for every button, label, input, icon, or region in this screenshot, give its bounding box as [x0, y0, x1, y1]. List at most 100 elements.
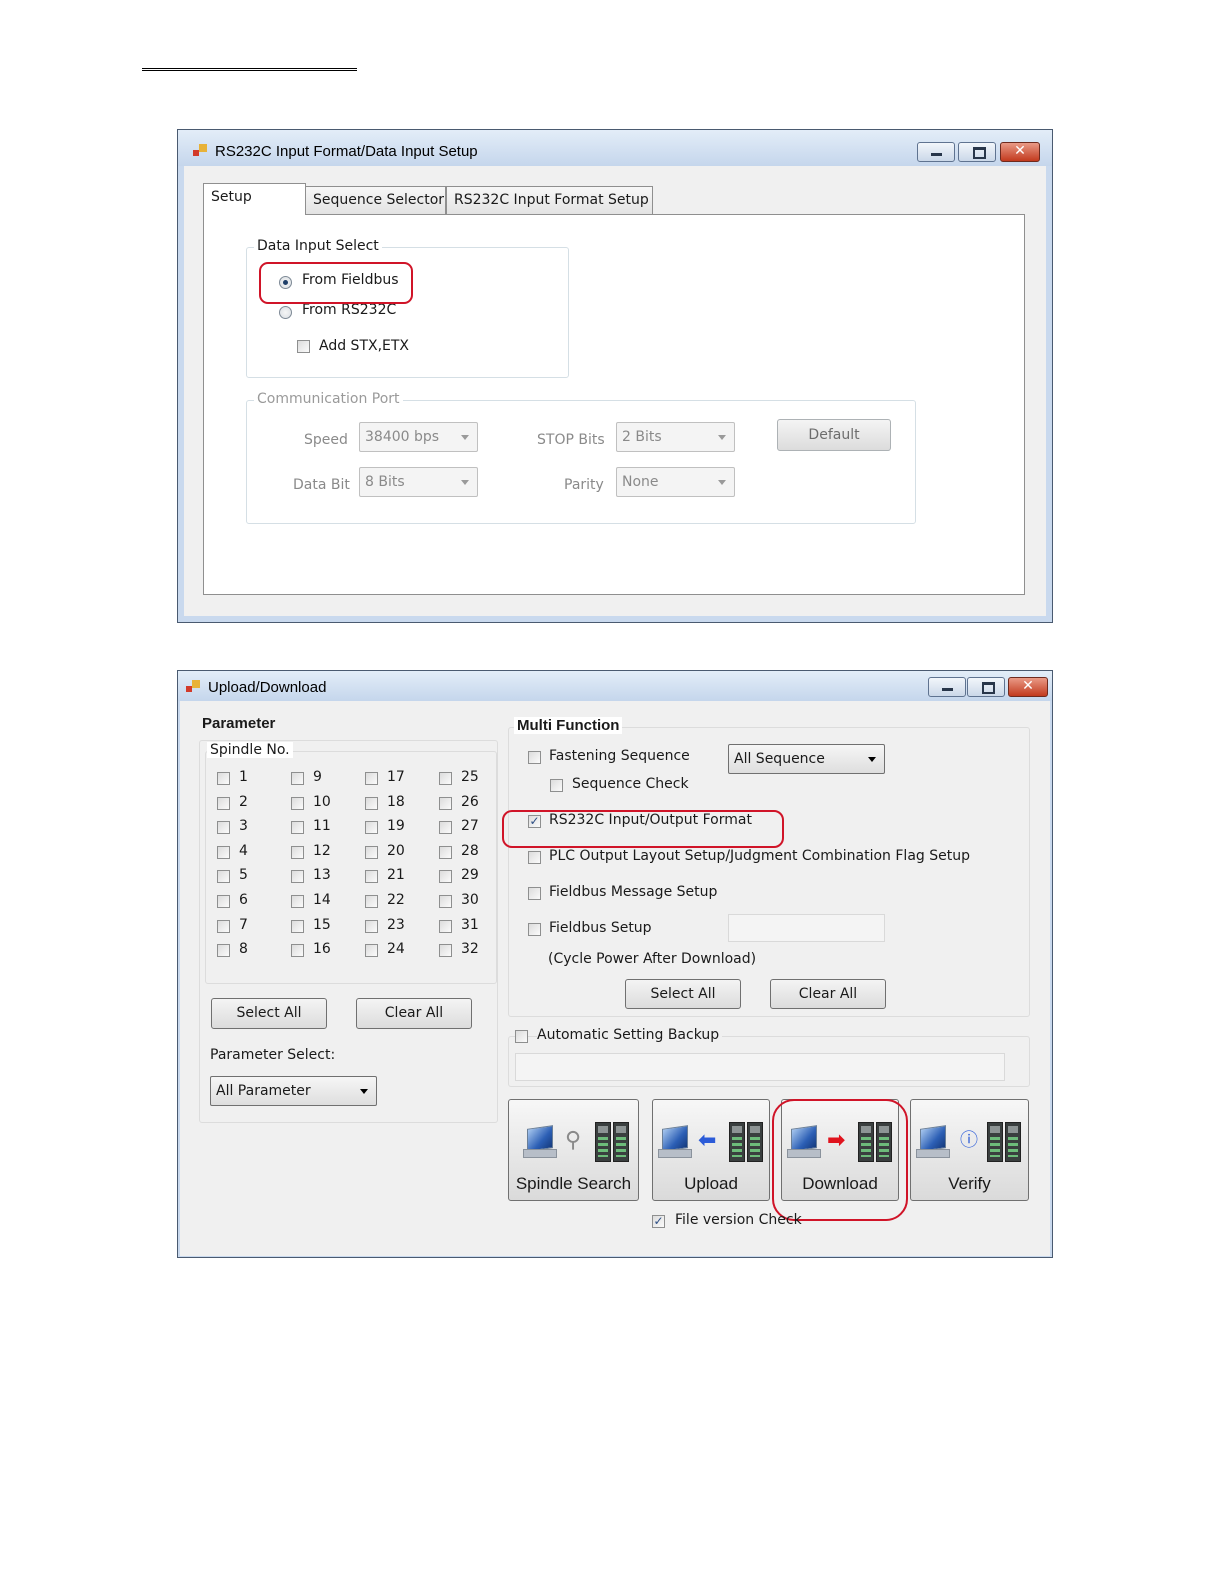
fastening-sequence-label[interactable]: Fastening Sequence [549, 748, 690, 764]
tab-rs232c-input-format-setup[interactable]: RS232C Input Format Setup [446, 186, 653, 214]
spindle-number-label[interactable]: 30 [461, 892, 479, 908]
spindle-checkbox[interactable] [217, 920, 230, 933]
sequence-select[interactable]: All Sequence [728, 744, 885, 774]
rs232c-format-label[interactable]: RS232C Input/Output Format [549, 812, 752, 828]
spindle-number-label[interactable]: 9 [313, 769, 322, 785]
from-rs232c-label[interactable]: From RS232C [302, 302, 396, 318]
spindle-number-label[interactable]: 16 [313, 941, 331, 957]
spindle-checkbox[interactable] [365, 920, 378, 933]
spindle-number-label[interactable]: 14 [313, 892, 331, 908]
add-stx-etx-label[interactable]: Add STX,ETX [319, 338, 409, 354]
parameter-clear-all-button[interactable]: Clear All [356, 998, 472, 1029]
minimize-button[interactable] [917, 142, 955, 162]
file-version-check-label[interactable]: File version Check [675, 1212, 802, 1228]
spindle-number-label[interactable]: 2 [239, 794, 248, 810]
spindle-checkbox[interactable] [291, 772, 304, 785]
spindle-number-label[interactable]: 11 [313, 818, 331, 834]
tab-sequence-selector[interactable]: Sequence Selector [305, 186, 446, 214]
spindle-checkbox[interactable] [439, 772, 452, 785]
fieldbus-setup-label[interactable]: Fieldbus Setup [549, 920, 652, 936]
spindle-number-label[interactable]: 25 [461, 769, 479, 785]
spindle-checkbox[interactable] [365, 944, 378, 957]
spindle-checkbox[interactable] [291, 920, 304, 933]
spindle-number-label[interactable]: 32 [461, 941, 479, 957]
spindle-checkbox[interactable] [439, 944, 452, 957]
spindle-number-label[interactable]: 6 [239, 892, 248, 908]
spindle-checkbox[interactable] [217, 821, 230, 834]
tab-setup[interactable]: Setup [203, 183, 306, 215]
spindle-checkbox[interactable] [365, 895, 378, 908]
spindle-number-label[interactable]: 3 [239, 818, 248, 834]
spindle-checkbox[interactable] [439, 797, 452, 810]
plc-output-checkbox[interactable] [528, 851, 541, 864]
spindle-checkbox[interactable] [217, 797, 230, 810]
from-fieldbus-radio[interactable] [279, 276, 292, 289]
automatic-backup-label[interactable]: Automatic Setting Backup [537, 1027, 723, 1043]
minimize-button[interactable] [928, 677, 966, 697]
spindle-checkbox[interactable] [217, 895, 230, 908]
rs232c-format-checkbox[interactable]: ✓ [528, 815, 541, 828]
spindle-number-label[interactable]: 4 [239, 843, 248, 859]
spindle-number-label[interactable]: 1 [239, 769, 248, 785]
spindle-number-label[interactable]: 29 [461, 867, 479, 883]
spindle-number-label[interactable]: 28 [461, 843, 479, 859]
sequence-check-checkbox[interactable] [550, 779, 563, 792]
maximize-button[interactable] [958, 142, 996, 162]
spindle-number-label[interactable]: 10 [313, 794, 331, 810]
close-button[interactable]: ✕ [1008, 677, 1048, 697]
spindle-checkbox[interactable] [439, 870, 452, 883]
spindle-checkbox[interactable] [291, 846, 304, 859]
spindle-checkbox[interactable] [365, 846, 378, 859]
spindle-number-label[interactable]: 26 [461, 794, 479, 810]
spindle-checkbox[interactable] [365, 821, 378, 834]
spindle-checkbox[interactable] [217, 944, 230, 957]
spindle-number-label[interactable]: 15 [313, 917, 331, 933]
fieldbus-message-label[interactable]: Fieldbus Message Setup [549, 884, 717, 900]
spindle-number-label[interactable]: 13 [313, 867, 331, 883]
spindle-number-label[interactable]: 5 [239, 867, 248, 883]
spindle-checkbox[interactable] [439, 920, 452, 933]
plc-output-label[interactable]: PLC Output Layout Setup/Judgment Combina… [549, 848, 970, 864]
spindle-checkbox[interactable] [217, 846, 230, 859]
verify-button[interactable]: ⓘ Verify [910, 1099, 1029, 1201]
maximize-button[interactable] [967, 677, 1005, 697]
spindle-checkbox[interactable] [365, 870, 378, 883]
parameter-select-all-button[interactable]: Select All [211, 998, 327, 1029]
fieldbus-message-checkbox[interactable] [528, 887, 541, 900]
spindle-number-label[interactable]: 21 [387, 867, 405, 883]
upload-button[interactable]: ⬅ Upload [652, 1099, 770, 1201]
spindle-number-label[interactable]: 17 [387, 769, 405, 785]
spindle-checkbox[interactable] [291, 797, 304, 810]
spindle-search-button[interactable]: ⚲ Spindle Search [508, 1099, 639, 1201]
download-button[interactable]: ➡ Download [781, 1099, 899, 1201]
file-version-check-checkbox[interactable]: ✓ [652, 1215, 665, 1228]
spindle-checkbox[interactable] [291, 944, 304, 957]
spindle-number-label[interactable]: 22 [387, 892, 405, 908]
spindle-checkbox[interactable] [439, 821, 452, 834]
spindle-number-label[interactable]: 12 [313, 843, 331, 859]
automatic-backup-checkbox[interactable] [515, 1030, 528, 1043]
spindle-checkbox[interactable] [291, 870, 304, 883]
spindle-checkbox[interactable] [217, 772, 230, 785]
spindle-checkbox[interactable] [439, 846, 452, 859]
spindle-checkbox[interactable] [291, 821, 304, 834]
fieldbus-setup-checkbox[interactable] [528, 923, 541, 936]
add-stx-etx-checkbox[interactable] [297, 340, 310, 353]
spindle-number-label[interactable]: 23 [387, 917, 405, 933]
spindle-checkbox[interactable] [365, 772, 378, 785]
spindle-number-label[interactable]: 18 [387, 794, 405, 810]
spindle-number-label[interactable]: 19 [387, 818, 405, 834]
close-button[interactable]: ✕ [1000, 142, 1040, 162]
multi-select-all-button[interactable]: Select All [625, 979, 741, 1009]
fastening-sequence-checkbox[interactable] [528, 751, 541, 764]
multi-clear-all-button[interactable]: Clear All [770, 979, 886, 1009]
spindle-number-label[interactable]: 27 [461, 818, 479, 834]
parameter-select[interactable]: All Parameter [210, 1076, 377, 1106]
spindle-number-label[interactable]: 31 [461, 917, 479, 933]
spindle-number-label[interactable]: 20 [387, 843, 405, 859]
spindle-checkbox[interactable] [217, 870, 230, 883]
from-rs232c-radio[interactable] [279, 306, 292, 319]
spindle-number-label[interactable]: 8 [239, 941, 248, 957]
spindle-checkbox[interactable] [291, 895, 304, 908]
from-fieldbus-label[interactable]: From Fieldbus [302, 272, 399, 288]
